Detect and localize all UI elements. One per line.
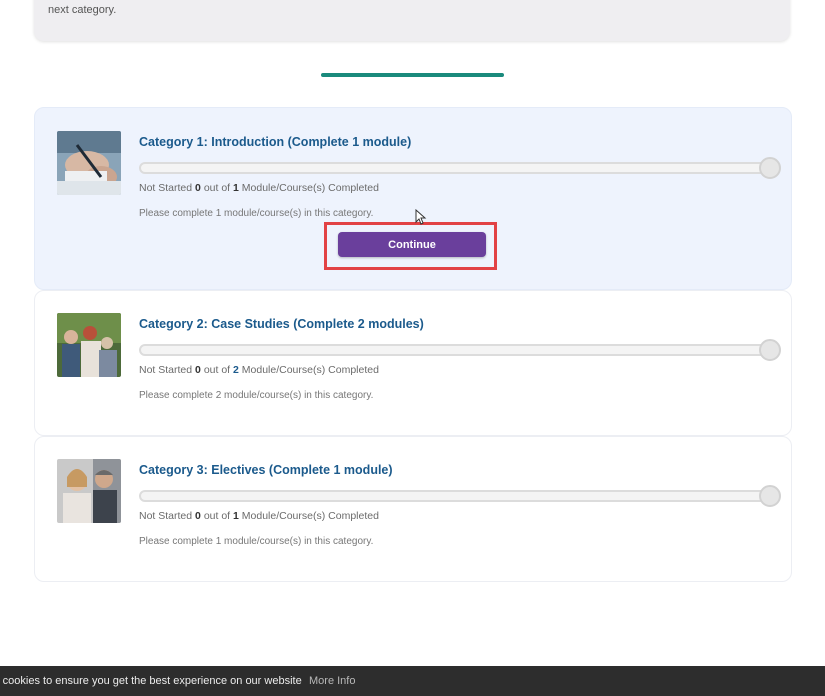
two-people-photo [57,459,121,523]
category-title: Category 2: Case Studies (Complete 2 mod… [139,317,424,331]
group-people-photo [57,313,121,377]
intro-text: next category. [48,4,117,16]
category-note: Please complete 1 module/course(s) in th… [139,208,374,219]
category-status: Not Started 0 out of 2 Module/Course(s) … [139,364,379,376]
more-info-link[interactable]: More Info [309,675,355,687]
category-status: Not Started 0 out of 1 Module/Course(s) … [139,510,379,522]
completed-count: 0 [195,364,201,376]
progress-knob [759,157,781,179]
section-divider [321,73,504,77]
cookie-text: es cookies to ensure you get the best ex… [0,675,302,687]
category-note: Please complete 2 module/course(s) in th… [139,390,374,401]
completed-count: 0 [195,182,201,194]
category-status: Not Started 0 out of 1 Module/Course(s) … [139,182,379,194]
category-card: Category 3: Electives (Complete 1 module… [34,436,792,582]
progress-bar [139,157,781,179]
category-title: Category 1: Introduction (Complete 1 mod… [139,135,412,149]
total-count: 1 [233,510,239,522]
progress-bar [139,339,781,361]
progress-knob [759,339,781,361]
hands-writing-photo [57,131,121,195]
intro-card: next category. [34,0,790,41]
category-note: Please complete 1 module/course(s) in th… [139,536,374,547]
category-title: Category 3: Electives (Complete 1 module… [139,463,393,477]
progress-knob [759,485,781,507]
mouse-cursor-icon [415,209,427,225]
completed-count: 0 [195,510,201,522]
continue-button[interactable]: Continue [338,232,486,257]
category-card: Category 2: Case Studies (Complete 2 mod… [34,290,792,436]
progress-bar [139,485,781,507]
total-count: 1 [233,182,239,194]
cookie-banner: es cookies to ensure you get the best ex… [0,666,825,696]
total-count: 2 [233,364,239,376]
